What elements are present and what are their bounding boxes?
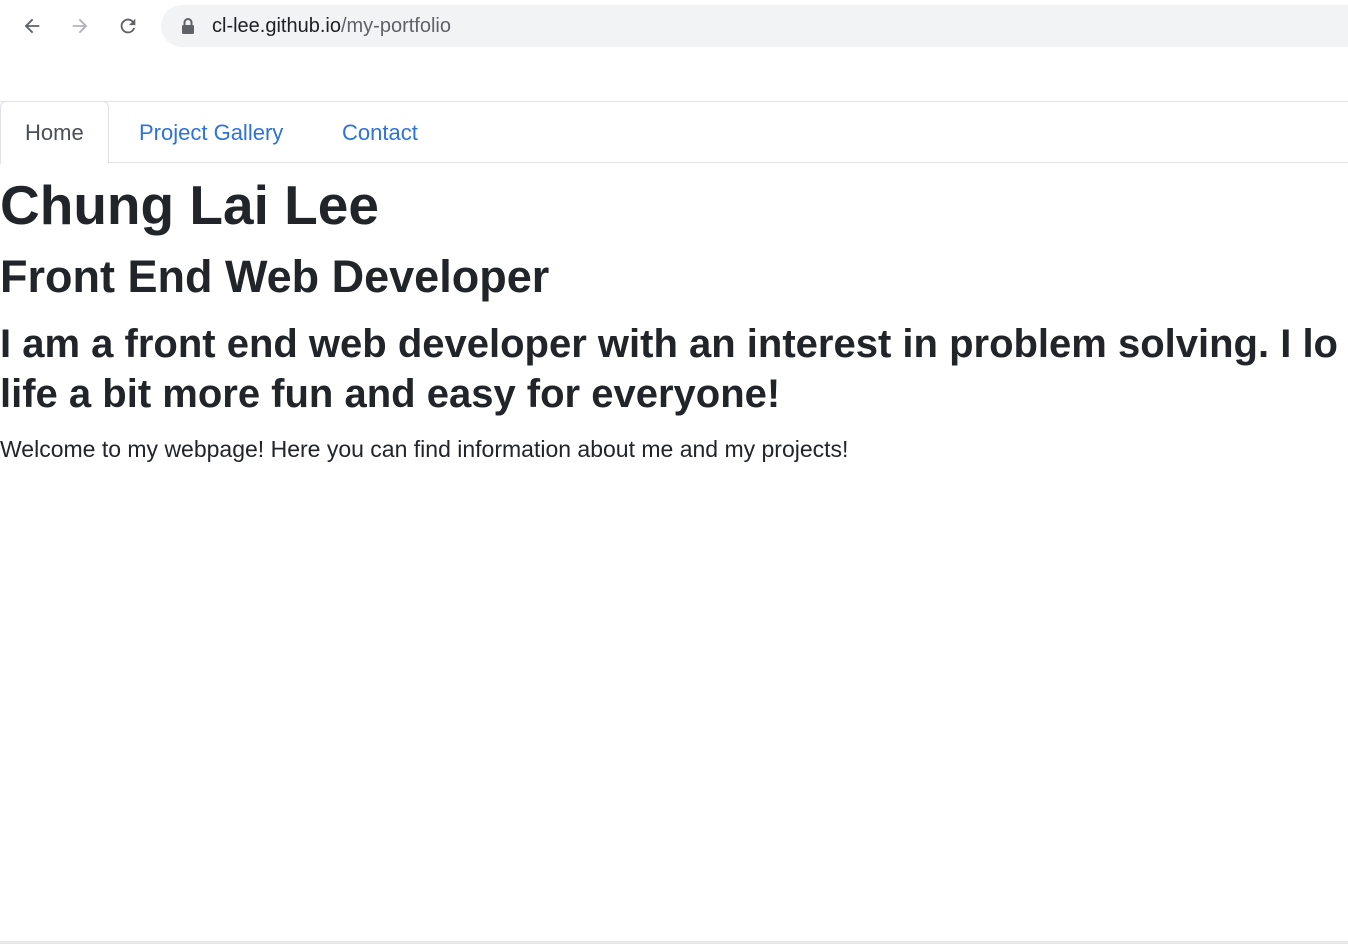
back-arrow-icon [24, 18, 40, 34]
tab-home[interactable]: Home [0, 101, 109, 164]
reload-button[interactable] [112, 10, 144, 42]
browser-toolbar: cl-lee.github.io/my-portfolio [0, 0, 1348, 54]
reload-icon [120, 18, 136, 34]
url-text: cl-lee.github.io/my-portfolio [212, 15, 451, 37]
nav-tabs: Home Project Gallery Contact [0, 101, 1348, 164]
tab-project-gallery[interactable]: Project Gallery [114, 101, 308, 163]
back-button[interactable] [16, 10, 48, 42]
tab-contact[interactable]: Contact [317, 101, 443, 163]
forward-arrow-icon [72, 18, 88, 34]
welcome-text: Welcome to my webpage! Here you can find… [0, 436, 849, 462]
page-title: Chung Lai Lee [0, 174, 379, 236]
page-content: Home Project Gallery Contact Chung Lai L… [0, 54, 1348, 941]
lock-icon[interactable] [181, 18, 195, 34]
intro-line-1: I am a front end web developer with an i… [0, 322, 1338, 366]
forward-button[interactable] [64, 10, 96, 42]
intro-heading: I am a front end web developer with an i… [0, 319, 1348, 419]
url-host: cl-lee.github.io [212, 15, 341, 37]
url-path: /my-portfolio [340, 15, 451, 37]
intro-line-2: life a bit more fun and easy for everyon… [0, 372, 781, 416]
address-bar[interactable]: cl-lee.github.io/my-portfolio [161, 5, 1348, 47]
role-heading: Front End Web Developer [0, 251, 550, 302]
